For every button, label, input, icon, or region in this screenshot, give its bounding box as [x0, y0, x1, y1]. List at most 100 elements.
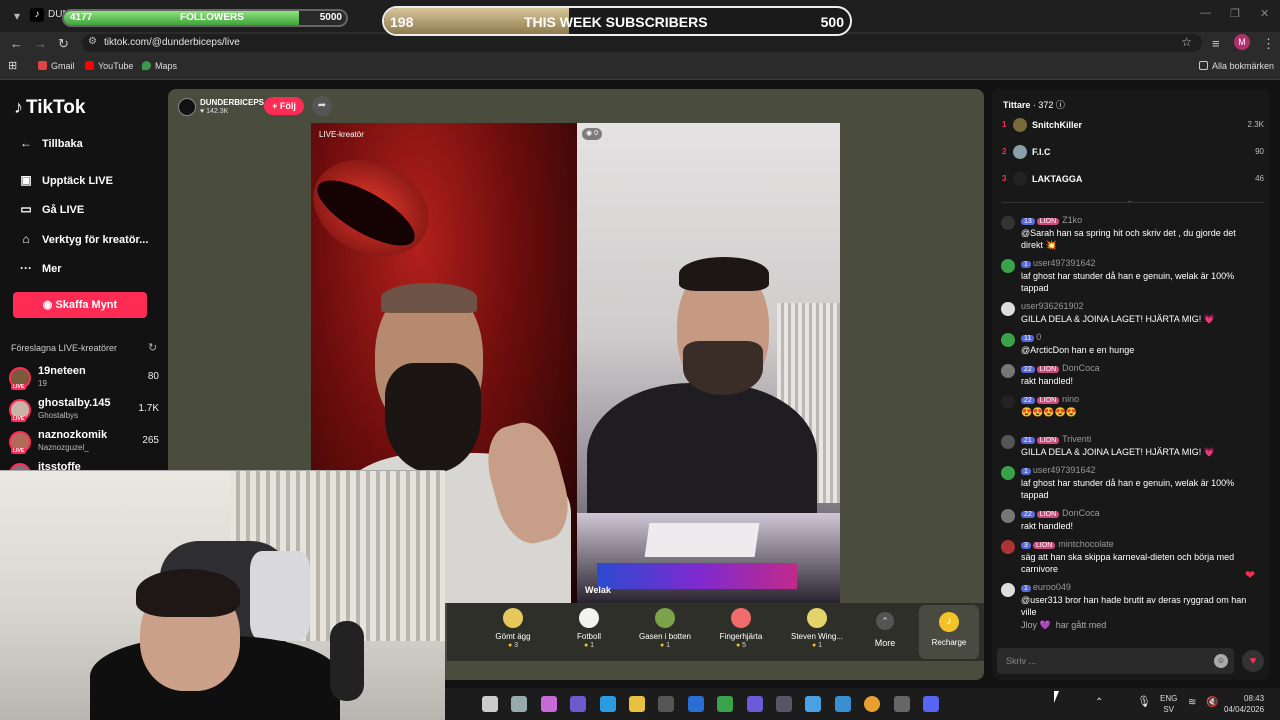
photos-icon[interactable] [834, 696, 851, 712]
paper [644, 523, 760, 557]
maximize-icon[interactable]: ❐ [1230, 7, 1240, 20]
gift-item[interactable]: Gömt ägg ● 3 [480, 608, 546, 649]
app-icon[interactable] [746, 696, 763, 712]
app-icon[interactable] [776, 696, 792, 712]
edge-icon[interactable] [599, 696, 616, 712]
host-avatar[interactable] [178, 98, 196, 116]
message-username[interactable]: DonCoca [1062, 363, 1100, 373]
gift-name: Fingerhjärta [719, 632, 763, 641]
refresh-icon[interactable]: ↻ [148, 341, 157, 354]
forward-arrow-icon[interactable]: → [34, 36, 47, 51]
browser-menu-icon[interactable]: ⋮ [1262, 36, 1275, 52]
share-icon[interactable]: ➦ [312, 96, 332, 116]
suggested-creator[interactable]: LIVE 19neteen 19 80 [9, 365, 159, 391]
chevron-down-icon[interactable]: ⌄ [1126, 195, 1134, 206]
region-code: SV [1163, 705, 1174, 714]
teams-icon[interactable] [570, 696, 587, 712]
message-username[interactable]: user497391642 [1033, 465, 1096, 475]
followers-current: 4177 [70, 12, 93, 23]
guest-score-badge: ◉ 0 [582, 128, 602, 140]
message-username[interactable]: user936261902 [1021, 301, 1084, 311]
wifi-icon[interactable]: ≋ [1188, 697, 1196, 708]
sidebar-item-creator-tools[interactable]: ⌂ Verktyg för kreatör... [16, 232, 148, 246]
tiktok-logo[interactable]: ♪ TikTok [14, 97, 85, 119]
bookmarks-bar: ⊞ Gmail YouTube Maps Alla bokmärken [0, 54, 1280, 80]
sidebar-item-more[interactable]: ··· Mer [16, 261, 62, 275]
task-view-icon[interactable] [511, 696, 528, 712]
message-username[interactable]: nino [1062, 394, 1079, 404]
host-name[interactable]: DUNDERBICEPS [200, 98, 264, 107]
profile-avatar[interactable]: M [1234, 34, 1250, 50]
back-link[interactable]: ← Tillbaka [16, 136, 83, 150]
follow-button[interactable]: + Följ [264, 97, 304, 115]
message-username[interactable]: mintchocolate [1058, 539, 1114, 549]
store-icon[interactable] [658, 696, 675, 712]
top-viewer-row[interactable]: 2 F.I.C 90 [1002, 144, 1264, 162]
reload-icon[interactable]: ↻ [58, 36, 69, 52]
site-info-icon[interactable]: ⚙ [88, 36, 97, 47]
sidebar-item-go-live[interactable]: ▭ Gå LIVE [16, 202, 84, 216]
suggested-creator[interactable]: LIVE ghostalby.145 Ghostalbys 1.7K [9, 397, 159, 423]
avatar [1013, 172, 1027, 186]
back-arrow-icon[interactable]: ← [10, 36, 23, 51]
outlook-icon[interactable] [687, 696, 704, 712]
app-icon[interactable] [893, 696, 910, 712]
coin-icon: ♪ [939, 612, 959, 632]
message-text: rakt handled! [1021, 521, 1074, 531]
gift-cost-value: 3 [514, 642, 519, 649]
bookmark-star-icon[interactable]: ☆ [1181, 35, 1192, 49]
clock[interactable]: 08:43 04/04/2026 [1224, 693, 1264, 715]
maps-pin-icon [142, 61, 151, 70]
more-gifts-button[interactable]: ⌃ More [870, 612, 900, 648]
file-explorer-icon[interactable] [629, 696, 645, 712]
vpn-icon[interactable] [717, 696, 734, 712]
all-bookmarks[interactable]: Alla bokmärken [1199, 61, 1274, 71]
mic-icon[interactable]: 🎙 [1137, 697, 1151, 708]
viewers-header[interactable]: Tittare · 372 ⓘ [1003, 98, 1065, 111]
bookmark-youtube[interactable]: YouTube [85, 61, 133, 71]
url-text[interactable]: tiktok.com/@dunderbiceps/live [104, 37, 240, 48]
emoji-icon[interactable]: ☺ [1214, 654, 1228, 668]
message-username[interactable]: 0 [1036, 332, 1041, 342]
suggested-creator[interactable]: LIVE naznozkomik Naznozguzel_ 265 [9, 429, 159, 455]
guest-video[interactable] [577, 123, 840, 603]
get-coins-button[interactable]: ◉ Skaffa Mynt [13, 292, 147, 318]
apps-grid-icon[interactable]: ⊞ [8, 59, 17, 72]
message-username[interactable]: Triventi [1062, 434, 1091, 444]
close-window-icon[interactable]: ✕ [1260, 7, 1269, 20]
sidebar-item-discover-live[interactable]: ▣ Upptäck LIVE [16, 173, 113, 187]
bookmark-maps[interactable]: Maps [142, 61, 177, 71]
info-icon[interactable]: ⓘ [1056, 100, 1065, 110]
volume-icon[interactable]: 🔇 [1206, 697, 1218, 708]
discord-icon[interactable] [923, 696, 939, 712]
minimize-icon[interactable]: — [1200, 7, 1211, 19]
avatar [1013, 145, 1027, 159]
chat-input[interactable]: Skriv ... ☺ [997, 648, 1234, 674]
url-field[interactable]: ⚙ tiktok.com/@dunderbiceps/live ☆ [82, 34, 1202, 52]
avatar [1001, 216, 1015, 230]
app-icon[interactable] [805, 696, 822, 712]
message-username[interactable]: euroo049 [1033, 582, 1071, 592]
top-viewer-row[interactable]: 3 LAKTAGGA 46 [1002, 171, 1264, 189]
search-icon[interactable] [482, 696, 498, 712]
tray-chevron-icon[interactable]: ⌃ [1095, 697, 1103, 708]
media-control-icon[interactable]: ≡ [1212, 36, 1220, 51]
gift-cost-value: 1 [666, 642, 671, 649]
gift-cost-value: 5 [742, 642, 747, 649]
message-username[interactable]: DonCoca [1062, 508, 1100, 518]
viewer-score: 90 [1255, 147, 1264, 156]
copilot-icon[interactable] [540, 696, 557, 712]
language-indicator[interactable]: ENG SV [1160, 693, 1177, 715]
top-viewer-row[interactable]: 1 SnitchKiller 2.3K [1002, 117, 1264, 135]
gift-item[interactable]: Gasen i botten ● 1 [632, 608, 698, 649]
message-username[interactable]: user497391642 [1033, 258, 1096, 268]
message-username[interactable]: Z1ko [1062, 215, 1082, 225]
tab-search-icon[interactable]: ▾ [8, 7, 26, 25]
like-heart-button[interactable]: ♥ [1242, 650, 1264, 672]
gift-item[interactable]: Fotboll ● 1 [556, 608, 622, 649]
bookmark-gmail[interactable]: Gmail [38, 61, 75, 71]
recharge-button[interactable]: ♪ Recharge [919, 605, 979, 659]
gift-item[interactable]: Fingerhjärta ● 5 [708, 608, 774, 649]
gift-item[interactable]: Steven Wing... ● 1 [784, 608, 850, 649]
gift-icon [579, 608, 599, 628]
